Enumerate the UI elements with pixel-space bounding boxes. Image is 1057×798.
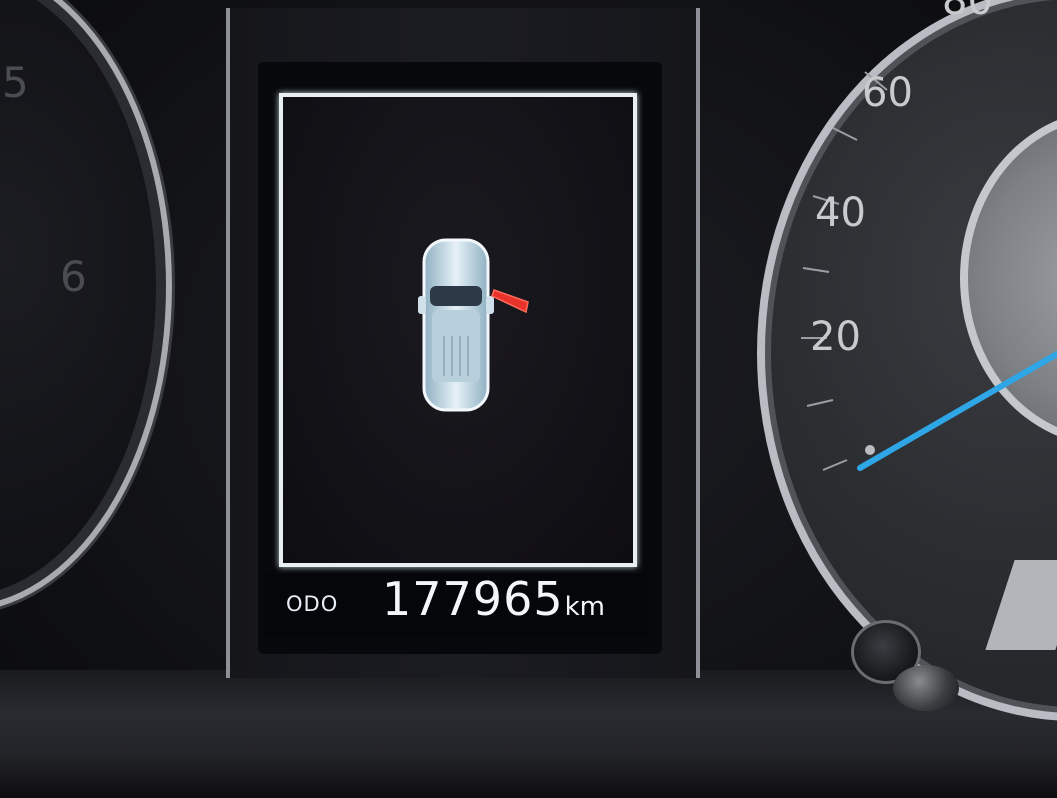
speedometer-mark-40: 40 bbox=[815, 190, 866, 236]
speedometer-mark-80: 80 bbox=[942, 0, 993, 24]
open-door-warning-icon bbox=[491, 289, 529, 314]
odometer-label: ODO bbox=[286, 592, 339, 616]
odometer-value: 177965 bbox=[382, 572, 564, 626]
car-door-open-icon bbox=[418, 238, 494, 412]
tachometer-mark-6: 6 bbox=[60, 252, 87, 301]
tachometer-mark-5: 5 bbox=[2, 58, 29, 107]
odometer-unit: km bbox=[564, 592, 605, 622]
odometer-reading: 177965km bbox=[382, 572, 605, 634]
instrument-cluster-photo: 5 6 ODO 177965km 80 60 40 20 bbox=[0, 0, 1057, 798]
speedometer-mark-60: 60 bbox=[862, 70, 913, 116]
trip-reset-knob[interactable] bbox=[893, 665, 959, 711]
speedometer-needle bbox=[857, 351, 1057, 471]
dashboard-lip bbox=[0, 755, 1057, 798]
